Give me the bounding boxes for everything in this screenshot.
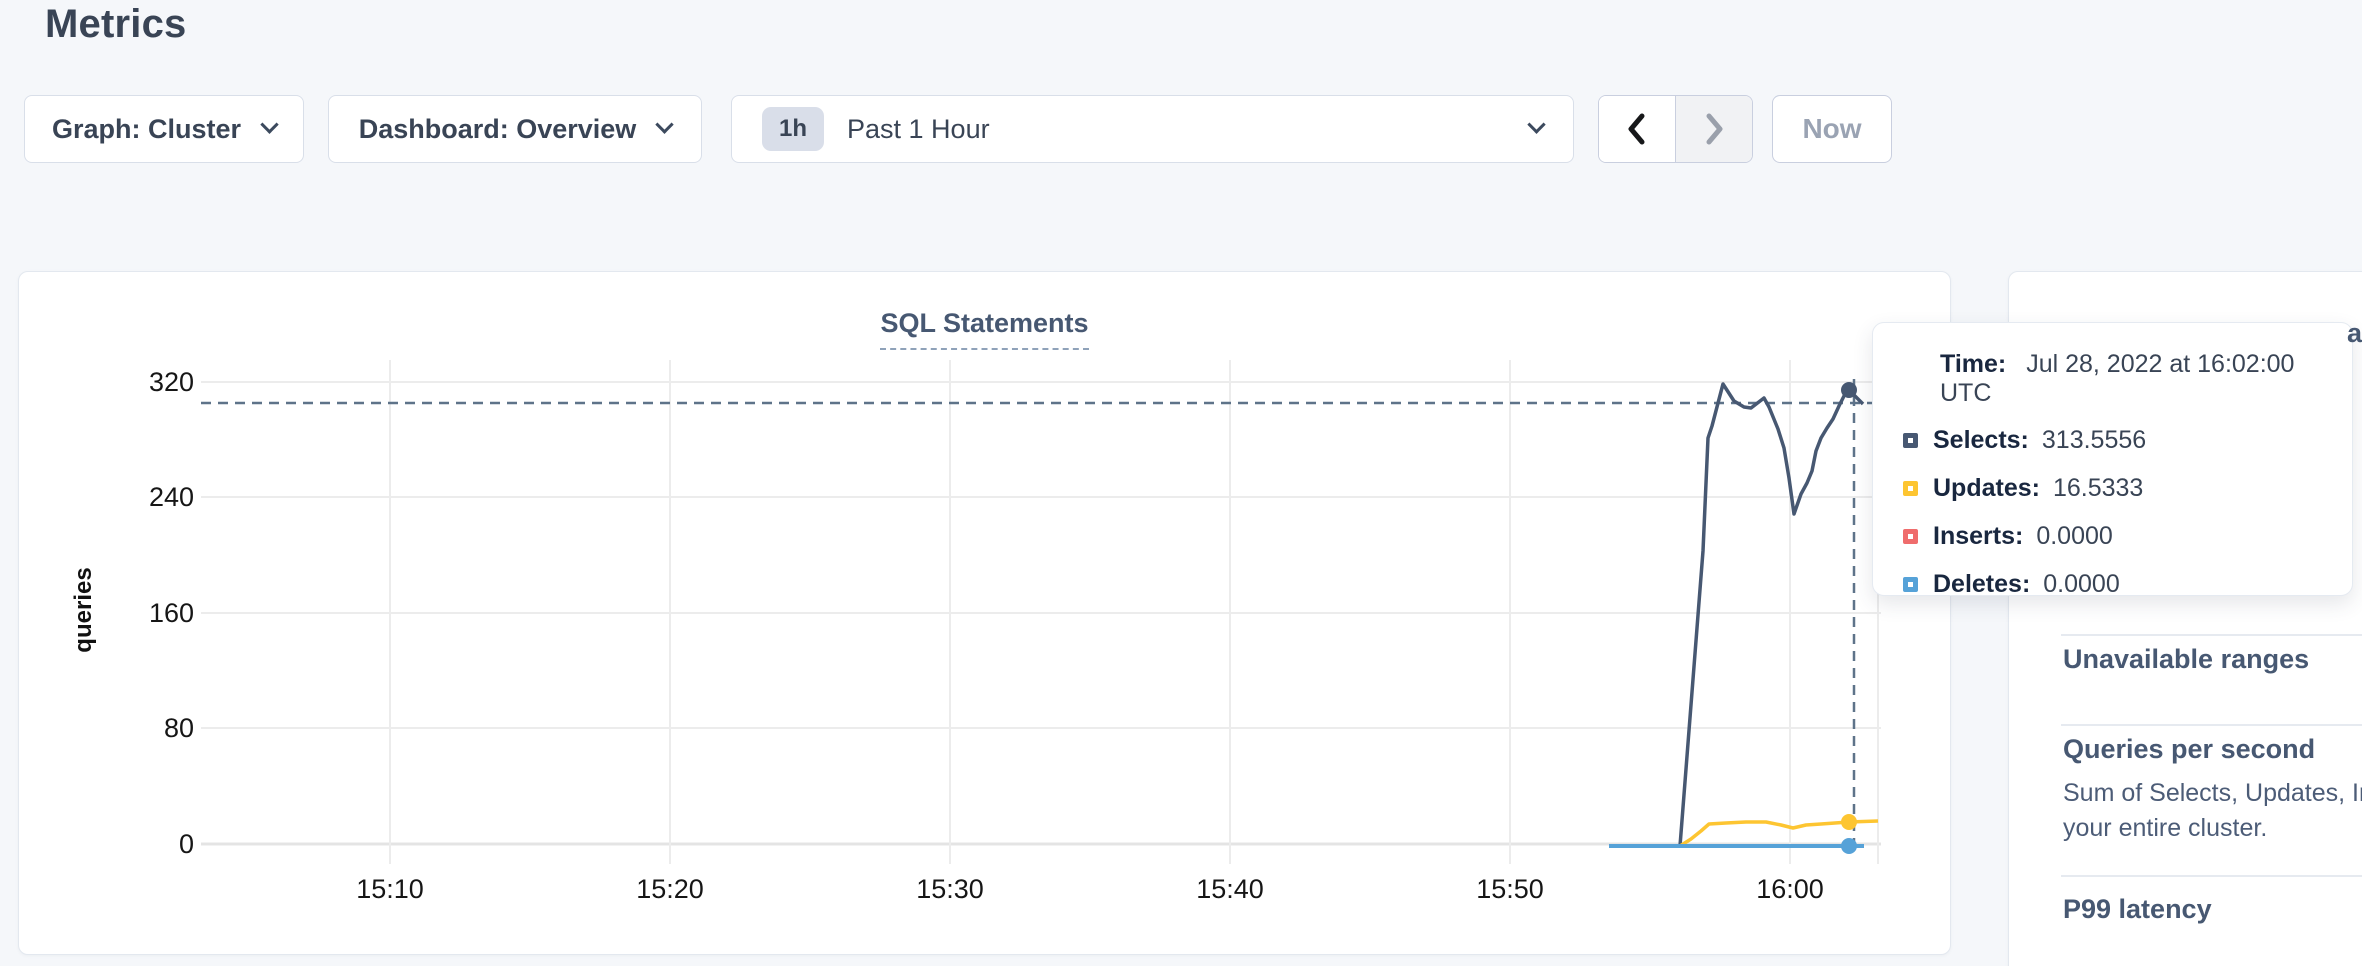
glossary-description-line: Sum of Selects, Updates, Inser [2063, 779, 2362, 808]
tooltip-series-label: Deletes: [1933, 570, 2030, 599]
inserts-swatch-icon [1903, 529, 1918, 544]
tooltip-series-value: 16.5333 [2053, 474, 2143, 503]
tooltip-series-label: Selects: [1933, 426, 2029, 455]
selects-line [1609, 384, 1863, 846]
divider [2061, 724, 2362, 726]
tooltip-time-label: Time: [1940, 350, 2006, 378]
dashboard-dropdown-label: Dashboard: Overview [359, 114, 637, 145]
clipped-text-fragment: a [2347, 318, 2362, 349]
tooltip-series-row: Updates: 16.5333 [1903, 473, 2322, 504]
tooltip-series-row: Inserts: 0.0000 [1903, 521, 2322, 552]
next-timespan-button[interactable] [1676, 96, 1752, 162]
hover-dot-selects [1841, 382, 1857, 398]
divider [2061, 875, 2362, 877]
chevron-down-icon [260, 115, 278, 133]
page-title: Metrics [45, 2, 186, 47]
sql-statements-chart-card: SQL Statements queries 320 240 160 80 0 … [18, 271, 1951, 955]
chevron-left-icon [1625, 111, 1649, 147]
chevron-down-icon [656, 115, 674, 133]
glossary-description-line: your entire cluster. [2063, 814, 2267, 843]
tooltip-series-value: 0.0000 [2036, 522, 2112, 551]
deletes-swatch-icon [1903, 577, 1918, 592]
updates-swatch-icon [1903, 481, 1918, 496]
time-range-label: Past 1 Hour [847, 114, 990, 145]
updates-line [1609, 821, 1878, 846]
glossary-term-queries-per-second: Queries per second [2063, 734, 2315, 765]
divider [2061, 634, 2362, 636]
glossary-term-unavailable-ranges: Unavailable ranges [2063, 644, 2309, 675]
chevron-down-icon [1527, 115, 1545, 133]
tooltip-series-value: 0.0000 [2043, 570, 2119, 599]
chevron-right-icon [1702, 111, 1726, 147]
now-button[interactable]: Now [1772, 95, 1892, 163]
chart-plot-area[interactable] [19, 272, 1952, 956]
previous-timespan-button[interactable] [1599, 96, 1676, 162]
glossary-term-p99-latency: P99 latency [2063, 894, 2212, 925]
tooltip-series-label: Inserts: [1933, 522, 2023, 551]
tooltip-time-row: Time: Jul 28, 2022 at 16:02:00 UTC [1940, 350, 2322, 408]
dashboard-dropdown[interactable]: Dashboard: Overview [328, 95, 702, 163]
horizontal-gridlines [201, 382, 1881, 844]
tooltip-series-label: Updates: [1933, 474, 2040, 503]
time-range-dropdown[interactable]: 1h Past 1 Hour [731, 95, 1574, 163]
graph-dropdown[interactable]: Graph: Cluster [24, 95, 304, 163]
selects-swatch-icon [1903, 433, 1918, 448]
time-step-buttons [1598, 95, 1753, 163]
graph-dropdown-label: Graph: Cluster [52, 114, 241, 145]
tooltip-series-value: 313.5556 [2042, 426, 2146, 455]
tooltip-series-row: Selects: 313.5556 [1903, 425, 2322, 456]
hover-dot-deletes [1841, 838, 1857, 854]
hover-dot-updates [1841, 814, 1857, 830]
chart-hover-tooltip: Time: Jul 28, 2022 at 16:02:00 UTC Selec… [1872, 322, 2353, 596]
time-range-badge: 1h [762, 107, 824, 151]
tooltip-series-row: Deletes: 0.0000 [1903, 569, 2322, 600]
